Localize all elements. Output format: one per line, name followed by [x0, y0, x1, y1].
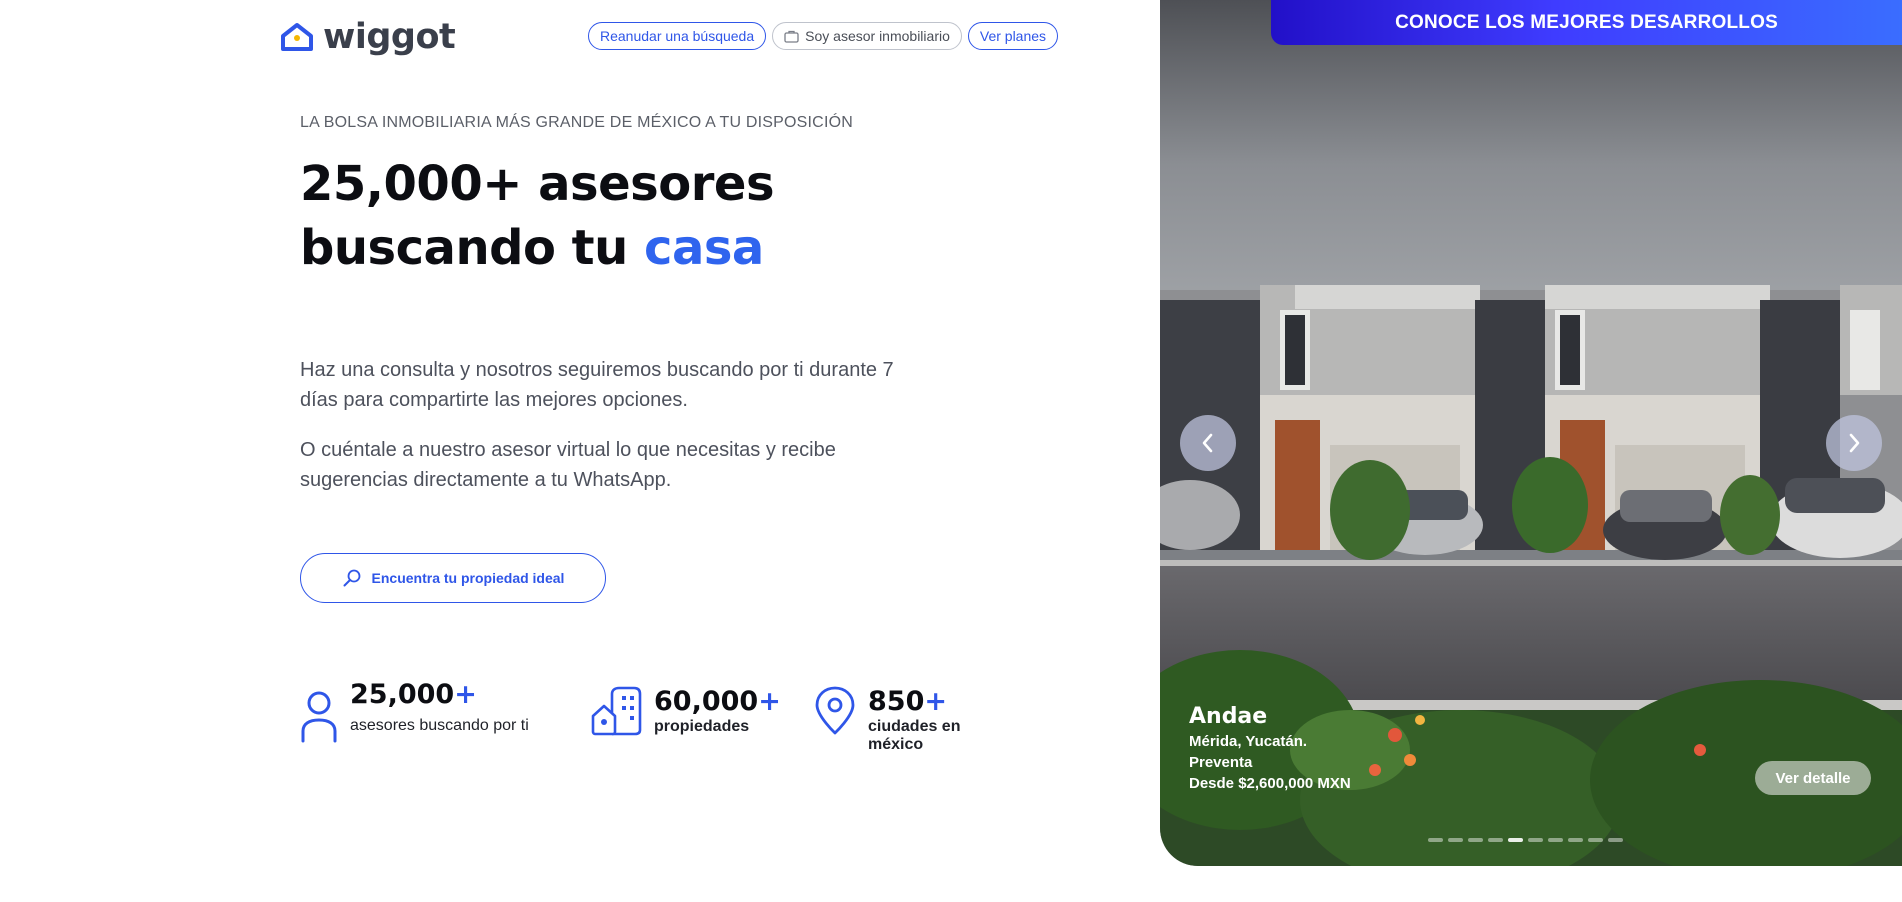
headline-accent: casa — [644, 220, 764, 276]
headline: 25,000+ asesores buscando tu casa — [300, 152, 775, 280]
property-caption: Andae Mérida, Yucatán. Preventa Desde $2… — [1189, 703, 1351, 794]
building-icon — [591, 686, 642, 736]
location-pin-icon — [815, 686, 855, 735]
stat-cities-label: ciudades en méxico — [868, 718, 961, 753]
stat-properties-number: 60,000 — [654, 686, 759, 717]
stat-properties-plus: + — [758, 686, 781, 717]
headline-line-1: 25,000+ asesores — [300, 156, 775, 212]
carousel-dot[interactable] — [1528, 838, 1543, 842]
carousel-next-button[interactable] — [1826, 415, 1882, 471]
stat-cities-value: 850+ — [868, 686, 978, 718]
stat-properties-value: 60,000+ — [654, 686, 781, 718]
carousel-dot[interactable] — [1448, 838, 1463, 842]
top-nav: Reanudar una búsqueda Soy asesor inmobil… — [588, 22, 1059, 50]
carousel-pagination — [1428, 838, 1623, 842]
carousel-dot[interactable] — [1548, 838, 1563, 842]
plans-label: Ver planes — [979, 28, 1047, 44]
carousel-dot[interactable] — [1488, 838, 1503, 842]
carousel-dot[interactable] — [1508, 838, 1523, 842]
stat-agents-plus: + — [454, 679, 477, 710]
tagline: LA BOLSA INMOBILIARIA MÁS GRANDE DE MÉXI… — [300, 114, 853, 131]
description-paragraph-2: O cuéntale a nuestro asesor virtual lo q… — [300, 439, 836, 491]
briefcase-icon — [784, 30, 799, 43]
resume-search-button[interactable]: Reanudar una búsqueda — [588, 22, 767, 50]
stat-agents: 25,000+ asesores buscando por ti — [300, 679, 550, 743]
stat-cities: 850+ ciudades en méxico — [814, 686, 978, 754]
developments-carousel[interactable]: Andae Mérida, Yucatán. Preventa Desde $2… — [1160, 0, 1902, 866]
stat-cities-number: 850 — [868, 686, 925, 717]
description-paragraph-1: Haz una consulta y nosotros seguiremos b… — [300, 359, 894, 411]
person-icon — [301, 691, 337, 743]
carousel-dot[interactable] — [1468, 838, 1483, 842]
carousel-prev-button[interactable] — [1180, 415, 1236, 471]
headline-text: buscando tu — [300, 220, 628, 276]
headline-line-2: buscando tu casa — [300, 216, 774, 280]
stat-cities-plus: + — [924, 686, 947, 717]
property-name: Andae — [1189, 704, 1268, 729]
property-price: Desde $2,600,000 MXN — [1189, 775, 1351, 792]
agent-button[interactable]: Soy asesor inmobiliario — [772, 22, 962, 50]
find-property-label: Encuentra tu propiedad ideal — [371, 570, 565, 586]
agent-label: Soy asesor inmobiliario — [805, 28, 950, 44]
house-logo-icon — [281, 23, 313, 51]
stat-agents-label: asesores buscando por ti — [350, 717, 529, 734]
view-detail-button[interactable]: Ver detalle — [1755, 761, 1871, 795]
stat-properties: 60,000+ propiedades — [590, 686, 781, 736]
property-stage: Preventa — [1189, 754, 1253, 771]
stat-agents-value: 25,000+ — [350, 679, 550, 711]
carousel-dot[interactable] — [1608, 838, 1623, 842]
wiggot-logo[interactable]: wiggot — [279, 17, 456, 57]
carousel-dot[interactable] — [1428, 838, 1443, 842]
logo-text: wiggot — [323, 17, 456, 57]
find-property-button[interactable]: Encuentra tu propiedad ideal — [300, 553, 606, 603]
developments-banner[interactable]: CONOCE LOS MEJORES DESARROLLOS — [1271, 0, 1902, 45]
stat-properties-label: propiedades — [654, 718, 750, 735]
plans-button[interactable]: Ver planes — [967, 22, 1059, 50]
stat-agents-number: 25,000 — [350, 679, 455, 710]
resume-search-label: Reanudar una búsqueda — [600, 28, 755, 44]
carousel-dot[interactable] — [1588, 838, 1603, 842]
chevron-left-icon — [1202, 433, 1213, 453]
search-icon — [343, 569, 360, 587]
chevron-right-icon — [1849, 433, 1860, 453]
carousel-dot[interactable] — [1568, 838, 1583, 842]
property-location: Mérida, Yucatán. — [1189, 733, 1308, 750]
